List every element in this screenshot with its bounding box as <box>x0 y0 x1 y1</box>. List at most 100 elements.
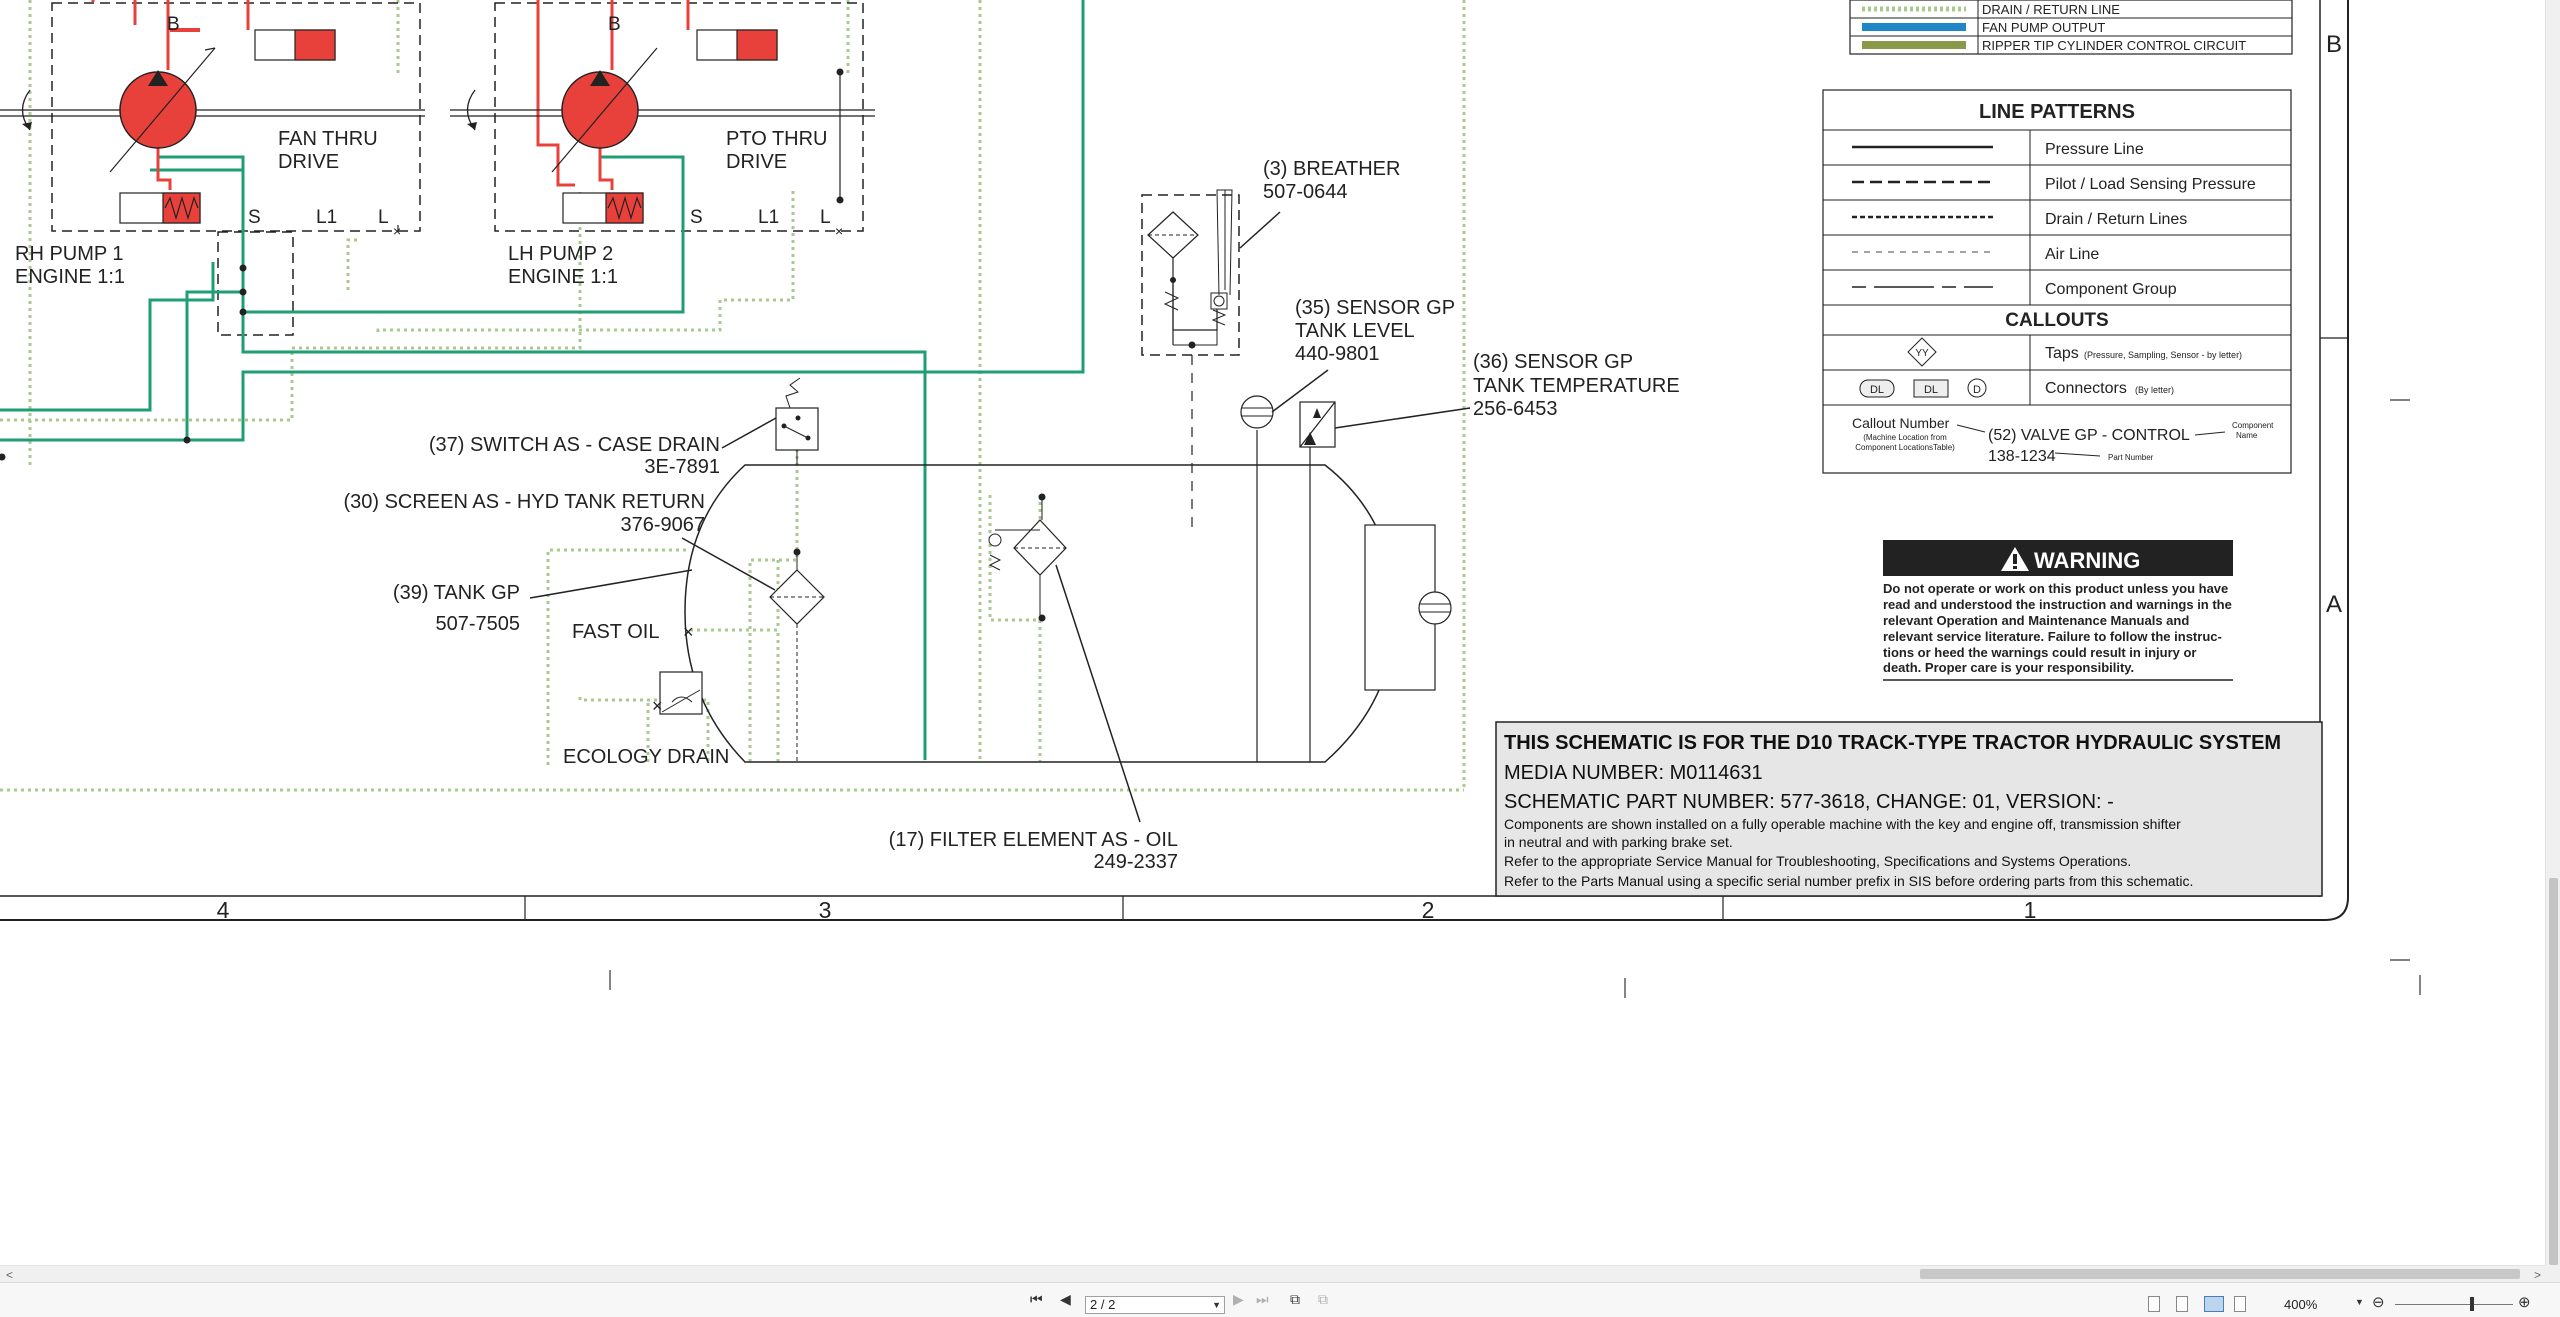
warning-text: read and understood the instruction and … <box>1883 597 2232 612</box>
callout-label: (17) FILTER ELEMENT AS - OIL <box>889 829 1178 851</box>
zone-number: 3 <box>819 897 832 923</box>
pattern-label: Pressure Line <box>2045 141 2144 158</box>
callout-number-note: Component LocationsTable) <box>1855 443 1955 452</box>
pump-name: RH PUMP 1 <box>15 243 124 265</box>
horizontal-scrollbar[interactable]: < > <box>0 1265 2545 1282</box>
port-label: L1 <box>758 207 779 228</box>
callout-example: (52) VALVE GP - CONTROL <box>1988 427 2190 444</box>
part-number-note: Part Number <box>2108 453 2154 462</box>
callouts-title: CALLOUTS <box>2005 310 2108 331</box>
callout-number-note: (Machine Location from <box>1863 433 1947 442</box>
callout-label: (37) SWITCH AS - CASE DRAIN <box>429 434 720 456</box>
taps-label: Taps <box>2045 345 2079 362</box>
callout-label: ECOLOGY DRAIN <box>563 746 729 768</box>
next-page-icon[interactable]: ▶ <box>1233 1291 1244 1308</box>
leader-line <box>721 417 777 449</box>
zoom-slider-handle[interactable] <box>2470 1297 2474 1311</box>
side-letter: B <box>2326 31 2342 58</box>
zone-number: 2 <box>1422 897 1435 923</box>
port-label: B <box>608 14 621 35</box>
port-label: S <box>690 207 703 228</box>
cross-marker: × <box>683 622 694 642</box>
callout-label: (30) SCREEN AS - HYD TANK RETURN <box>343 491 705 513</box>
callout-part: 256-6453 <box>1473 398 1558 420</box>
connectors-note: (By letter) <box>2135 385 2174 395</box>
callout-part: 249-2337 <box>1093 851 1178 873</box>
single-page-view-icon[interactable] <box>2148 1296 2160 1312</box>
zoom-in-icon[interactable]: ⊕ <box>2518 1293 2531 1311</box>
callout-part: 440-9801 <box>1295 343 1380 365</box>
continuous-facing-view-icon[interactable] <box>2234 1296 2246 1312</box>
title-note: Refer to the Parts Manual using a specif… <box>1504 873 2193 889</box>
last-page-icon[interactable]: ⏭ <box>1256 1291 1269 1308</box>
pdf-viewer: 4 3 2 1 B A × B FAN THRU DRIVE RH PUMP 1… <box>0 0 2560 1317</box>
pattern-label: Drain / Return Lines <box>2045 211 2187 228</box>
chevron-down-icon[interactable]: ▼ <box>1212 1297 1221 1313</box>
callout-desc: TANK LEVEL <box>1295 320 1415 342</box>
document-canvas[interactable]: 4 3 2 1 B A × B FAN THRU DRIVE RH PUMP 1… <box>0 0 2545 1265</box>
warning-text: tions or heed the warnings could result … <box>1883 645 2196 660</box>
drain-return-lines <box>0 0 1466 792</box>
pump-name: LH PUMP 2 <box>508 243 613 265</box>
zone-number: 1 <box>2024 897 2037 923</box>
first-page-icon[interactable]: ⏮ <box>1030 1291 1043 1308</box>
callout-label: (36) SENSOR GP <box>1473 351 1633 373</box>
pattern-label: Pilot / Load Sensing Pressure <box>2045 176 2256 193</box>
callout-desc: TANK TEMPERATURE <box>1473 375 1680 397</box>
svg-text:×: × <box>652 696 663 716</box>
callout-part: 3E-7891 <box>644 456 720 478</box>
case-drain-switch <box>775 377 819 465</box>
pump-name: ENGINE 1:1 <box>508 266 618 288</box>
previous-page-icon[interactable]: ◀ <box>1060 1291 1071 1308</box>
page-number-value: 2 / 2 <box>1090 1297 1116 1312</box>
warning-text: Do not operate or work on this product u… <box>1883 581 2228 596</box>
go-back-view-icon[interactable]: ⧉ <box>1290 1291 1300 1308</box>
callout-example-part: 138-1234 <box>1988 448 2056 465</box>
zoom-slider-track[interactable] <box>2395 1304 2513 1305</box>
leader-line <box>681 537 776 591</box>
scroll-right-icon[interactable]: > <box>2534 1268 2541 1282</box>
port-label: S <box>248 207 261 228</box>
connectors-label: Connectors <box>2045 380 2127 397</box>
vertical-scroll-thumb[interactable] <box>2549 878 2558 1265</box>
go-forward-view-icon[interactable]: ⧉ <box>1318 1291 1328 1308</box>
zoom-level[interactable]: 400% <box>2284 1297 2317 1312</box>
scroll-left-icon[interactable]: < <box>6 1268 13 1282</box>
drive-label: FAN THRU <box>278 128 378 150</box>
drive-label: DRIVE <box>726 151 787 173</box>
continuous-view-icon[interactable] <box>2176 1296 2188 1312</box>
callout-part: 376-9067 <box>620 514 705 536</box>
callout-part: 507-0644 <box>1263 181 1348 203</box>
leader-line <box>1055 564 1141 823</box>
callout-part: 507-7505 <box>435 613 520 635</box>
svg-text:×: × <box>835 223 843 239</box>
schematic-title: THIS SCHEMATIC IS FOR THE D10 TRACK-TYPE… <box>1504 732 2281 754</box>
facing-view-icon[interactable] <box>2204 1296 2224 1312</box>
callout-label: (35) SENSOR GP <box>1295 297 1455 319</box>
zone-number: 4 <box>217 897 230 923</box>
connector-symbol: D <box>1973 384 1981 396</box>
breather-symbol <box>1147 189 1233 349</box>
pump-name: ENGINE 1:1 <box>15 266 125 288</box>
component-name-note: Component <box>2232 421 2274 430</box>
vertical-scrollbar[interactable] <box>2545 0 2560 1265</box>
warning-text: death. Proper care is your responsibilit… <box>1883 660 2134 675</box>
svg-text:×: × <box>393 223 401 239</box>
media-number: MEDIA NUMBER: M0114631 <box>1504 762 1763 784</box>
scrollbar-corner <box>2545 1265 2560 1282</box>
drive-label: PTO THRU <box>726 128 828 150</box>
legend-label: DRAIN / RETURN LINE <box>1982 2 2120 17</box>
legend-label: FAN PUMP OUTPUT <box>1982 20 2105 35</box>
zoom-dropdown-icon[interactable]: ▼ <box>2355 1297 2364 1307</box>
callout-label: (3) BREATHER <box>1263 158 1400 180</box>
callout-label: (39) TANK GP <box>393 582 520 604</box>
component-groups <box>51 2 1240 356</box>
zoom-out-icon[interactable]: ⊖ <box>2372 1293 2385 1311</box>
horizontal-scroll-thumb[interactable] <box>1920 1269 2520 1279</box>
tap-symbol: YY <box>1915 348 1929 359</box>
schematic-part-number: SCHEMATIC PART NUMBER: 577-3618, CHANGE:… <box>1504 791 2114 813</box>
leader-line <box>1334 407 1471 429</box>
warning-text: relevant Operation and Maintenance Manua… <box>1883 613 2189 628</box>
page-number-field[interactable]: 2 / 2 ▼ <box>1085 1296 1225 1314</box>
drive-label: DRIVE <box>278 151 339 173</box>
